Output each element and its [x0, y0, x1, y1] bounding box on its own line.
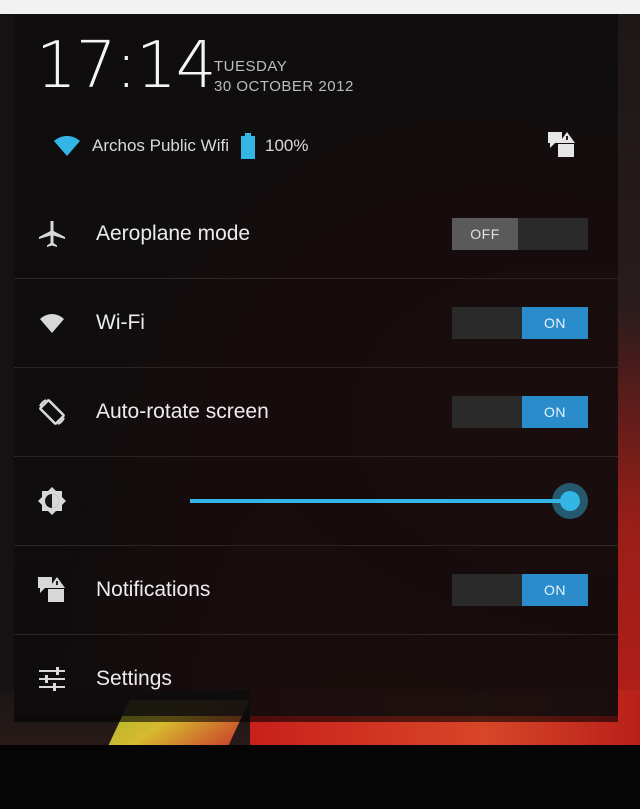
wifi-network-name: Archos Public Wifi	[92, 136, 229, 155]
battery-icon	[240, 133, 255, 159]
notifications-toggle[interactable]: ON	[452, 574, 588, 606]
aeroplane-mode-toggle[interactable]: OFF	[452, 218, 588, 250]
sliders-icon	[39, 667, 65, 691]
battery-percent: 100%	[264, 136, 309, 155]
clock-time: 17:14	[36, 29, 216, 103]
wifi-label: Wi-Fi	[96, 311, 145, 334]
auto-rotate-row[interactable]: Auto-rotate screen ON	[14, 368, 618, 456]
auto-rotate-label: Auto-rotate screen	[96, 400, 269, 423]
brightness-row	[14, 457, 618, 545]
date-full: 30 OCTOBER 2012	[214, 78, 354, 95]
wifi-icon	[40, 314, 64, 333]
notifications-icon	[38, 577, 65, 602]
toggle-knob: ON	[522, 307, 588, 339]
aeroplane-mode-label: Aeroplane mode	[96, 222, 251, 245]
wallpaper-right-strip	[618, 14, 640, 745]
date-day: TUESDAY	[214, 58, 288, 75]
notifications-icon[interactable]	[546, 130, 578, 160]
notifications-label: Notifications	[96, 578, 211, 601]
aeroplane-mode-row[interactable]: Aeroplane mode OFF	[14, 190, 618, 278]
brightness-slider-thumb-core	[560, 491, 580, 511]
auto-rotate-toggle[interactable]: ON	[452, 396, 588, 428]
wallpaper-left-strip	[0, 14, 14, 745]
connection-status[interactable]: Archos Public Wifi 100%	[52, 132, 308, 160]
notifications-row[interactable]: Notifications ON	[14, 546, 618, 634]
toggle-knob: ON	[522, 396, 588, 428]
rotate-icon	[39, 399, 65, 425]
toggle-knob: OFF	[452, 218, 518, 250]
wifi-icon	[54, 135, 80, 156]
wifi-row[interactable]: Wi-Fi ON	[14, 279, 618, 367]
airplane-icon	[39, 221, 65, 247]
navigation-bar	[0, 745, 640, 809]
brightness-icon	[38, 487, 66, 515]
toggle-knob: ON	[522, 574, 588, 606]
settings-label: Settings	[96, 667, 172, 690]
wifi-toggle[interactable]: ON	[452, 307, 588, 339]
brightness-slider-track[interactable]	[190, 499, 570, 503]
top-edge	[0, 0, 640, 14]
settings-row[interactable]: Settings	[14, 635, 618, 723]
